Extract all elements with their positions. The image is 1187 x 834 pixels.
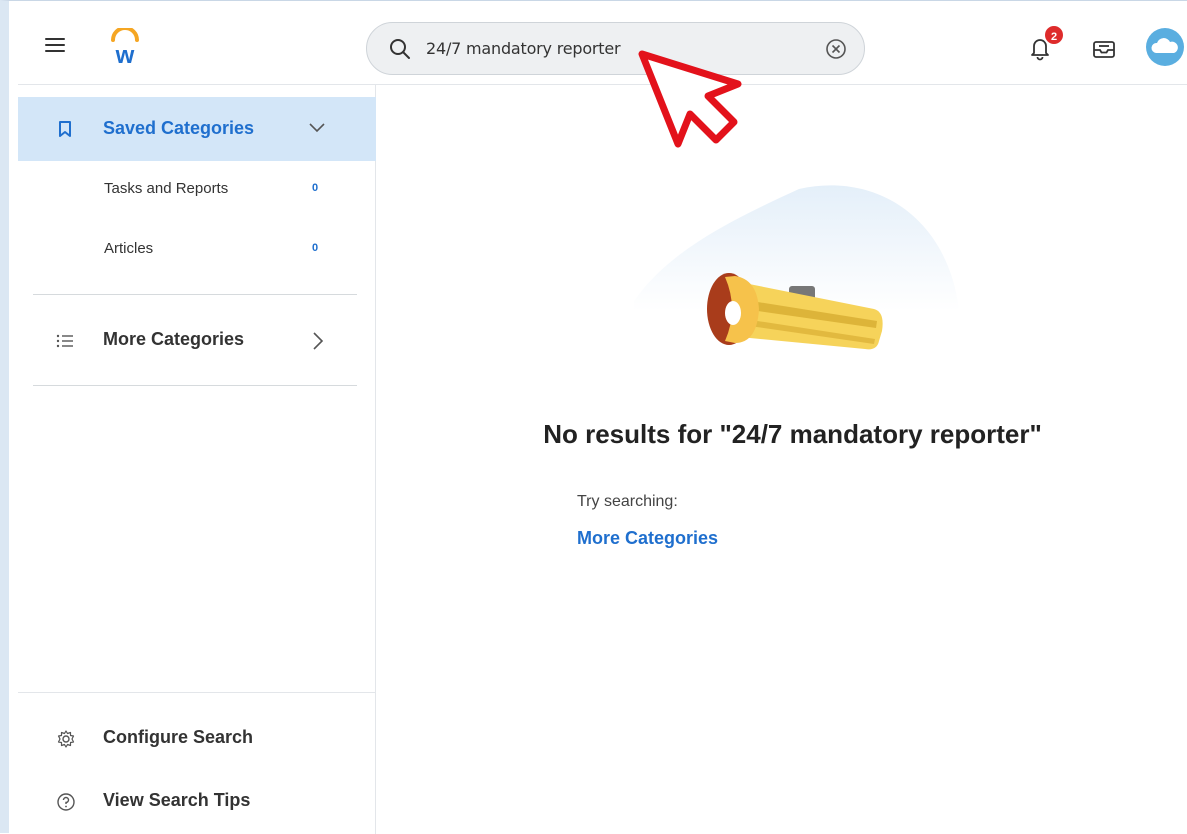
configure-search-label: Configure Search bbox=[103, 727, 254, 747]
more-categories-button[interactable]: More Categories bbox=[18, 313, 376, 369]
saved-categories-label: Saved Categories bbox=[103, 118, 255, 138]
clear-search-icon[interactable] bbox=[824, 37, 848, 61]
category-item-articles[interactable]: Articles 0 bbox=[18, 225, 376, 275]
view-search-tips-button[interactable]: View Search Tips bbox=[18, 777, 376, 827]
gear-icon bbox=[57, 730, 75, 748]
search-icon bbox=[390, 39, 410, 59]
workday-logo[interactable]: w bbox=[108, 28, 142, 66]
search-sidebar: Saved Categories Tasks and Reports 0 Art… bbox=[18, 85, 376, 834]
top-header: w 24/7 mandatory reporter 2 bbox=[18, 2, 1187, 85]
flashlight-illustration bbox=[634, 185, 959, 350]
divider bbox=[18, 692, 376, 693]
inbox-icon[interactable] bbox=[1091, 36, 1117, 62]
menu-icon[interactable] bbox=[45, 38, 65, 54]
more-categories-link[interactable]: More Categories bbox=[577, 528, 718, 549]
saved-categories-toggle[interactable]: Saved Categories bbox=[18, 97, 376, 161]
pointer-cursor-icon bbox=[638, 50, 742, 148]
search-input[interactable]: 24/7 mandatory reporter bbox=[426, 39, 621, 58]
category-label: Tasks and Reports bbox=[104, 180, 229, 197]
divider bbox=[33, 385, 357, 386]
configure-search-button[interactable]: Configure Search bbox=[18, 714, 376, 764]
search-bar[interactable]: 24/7 mandatory reporter bbox=[366, 22, 865, 75]
app-window: w 24/7 mandatory reporter 2 Saved Catego… bbox=[0, 0, 1187, 834]
divider bbox=[33, 294, 357, 295]
help-circle-icon bbox=[57, 793, 75, 811]
chevron-down-icon bbox=[309, 123, 325, 133]
more-categories-label: More Categories bbox=[103, 329, 245, 349]
category-label: Articles bbox=[104, 240, 154, 257]
category-count: 0 bbox=[312, 242, 319, 254]
notification-count-badge: 2 bbox=[1043, 24, 1065, 46]
category-item-tasks-and-reports[interactable]: Tasks and Reports 0 bbox=[18, 165, 376, 215]
bookmark-icon bbox=[59, 121, 71, 137]
list-icon bbox=[56, 334, 73, 348]
logo-letter: w bbox=[115, 42, 135, 66]
view-search-tips-label: View Search Tips bbox=[103, 790, 251, 810]
cloud-icon bbox=[1151, 38, 1178, 53]
chevron-right-icon bbox=[313, 332, 324, 350]
try-searching-label: Try searching: bbox=[577, 493, 678, 510]
no-results-heading: No results for "24/7 mandatory reporter" bbox=[543, 419, 1042, 449]
user-avatar[interactable] bbox=[1146, 28, 1184, 66]
category-count: 0 bbox=[312, 182, 319, 194]
